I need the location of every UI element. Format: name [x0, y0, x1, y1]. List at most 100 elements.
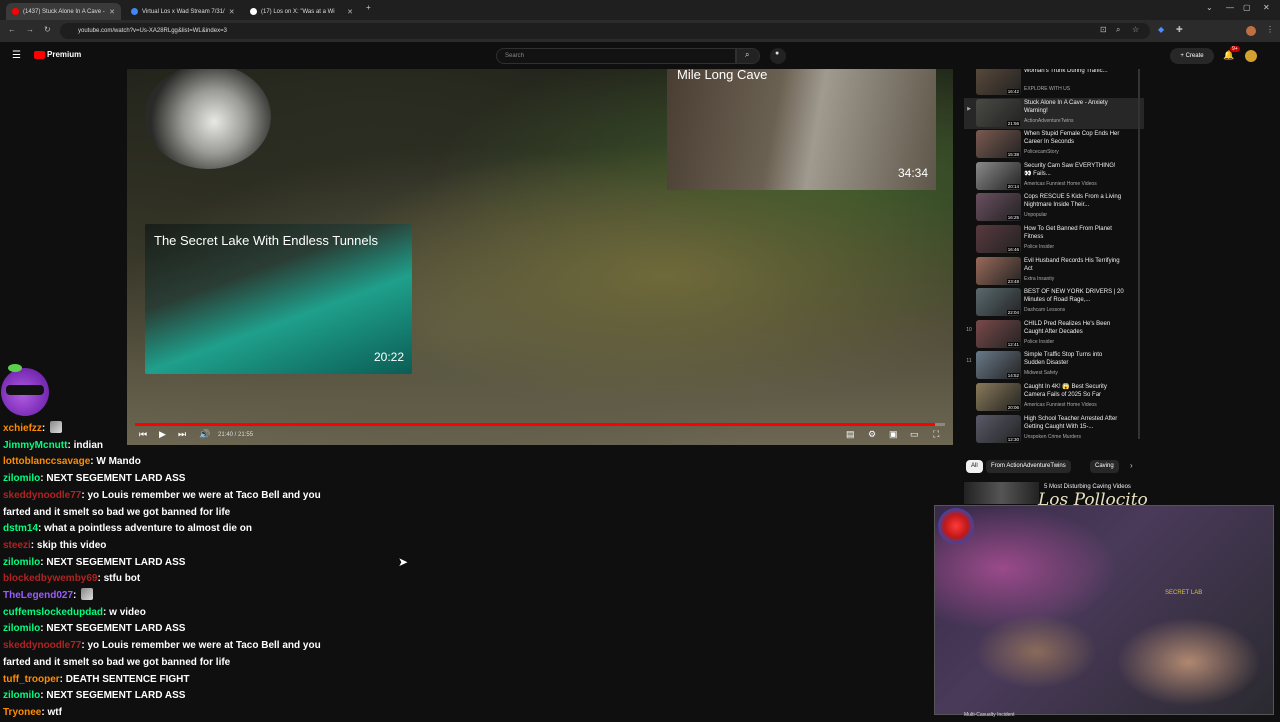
chat-message: tuff_trooper: DEATH SENTENCE FIGHT — [3, 672, 323, 689]
playlist-video-title: When Stupid Female Cop Ends Her Career I… — [1024, 131, 1120, 146]
extension-icon[interactable]: ◆ — [1158, 25, 1164, 34]
browser-menu-icon[interactable]: ⋮ — [1266, 25, 1274, 34]
fullscreen-icon[interactable]: ⛶ — [933, 429, 939, 440]
playlist-item[interactable]: 11 14:52 Simple Traffic Stop Turns into Su… — [964, 350, 1144, 381]
channel-endscreen-avatar[interactable] — [145, 69, 271, 169]
playlist-thumbnail[interactable]: 12:30 — [976, 414, 1021, 443]
tab-search-icon[interactable]: ⌄ — [1206, 3, 1213, 12]
theater-mode-icon[interactable]: ▭ — [910, 429, 919, 440]
chat-message: skeddynoodle77: yo Louis remember we wer… — [3, 638, 323, 671]
chat-username: skeddynoodle77 — [3, 640, 82, 652]
playlist-item[interactable]: 16:42 Woman's Trunk During Traffic... EXPL… — [964, 69, 1144, 97]
chat-message: zilomilo: NEXT SEGEMENT LARD ASS — [3, 555, 323, 572]
video-duration: 22:04 — [1006, 310, 1020, 316]
create-button[interactable]: + Create — [1170, 48, 1214, 64]
playlist-thumbnail[interactable]: 20:14 — [976, 161, 1021, 190]
close-window-icon[interactable]: ✕ — [1263, 3, 1270, 12]
playlist-thumbnail[interactable]: 21:56 — [976, 98, 1021, 127]
maximize-icon[interactable]: ▢ — [1243, 3, 1251, 12]
playlist-video-title: Evil Husband Records His Terrifying Act — [1024, 257, 1120, 272]
close-tab-icon[interactable]: ✕ — [109, 8, 115, 16]
playlist-item[interactable]: 23:48 Evil Husband Records His Terrifying… — [964, 256, 1144, 287]
profile-avatar-icon[interactable] — [1246, 26, 1256, 36]
chat-message: skeddynoodle77: yo Louis remember we wer… — [3, 488, 323, 521]
miniplayer-icon[interactable]: ▣ — [889, 429, 898, 440]
chat-text: w video — [109, 606, 146, 618]
playlist-scrollbar[interactable] — [1138, 69, 1140, 439]
playlist-thumbnail[interactable]: 22:04 — [976, 288, 1021, 317]
playlist-item[interactable]: 10 12:41 CHILD Pred Realizes He's Been Cau… — [964, 319, 1144, 350]
settings-gear-icon[interactable]: ⚙ — [868, 429, 876, 440]
playlist-thumbnail[interactable]: 16:46 — [976, 225, 1021, 253]
chat-text: NEXT SEGEMENT LARD ASS — [46, 690, 186, 702]
endscreen-video-card[interactable]: Mile Long Cave 34:34 — [667, 69, 936, 190]
chat-text: skip this video — [36, 539, 107, 551]
chat-message: xchiefzz: — [3, 421, 323, 438]
video-player[interactable]: The Secret Lake With Endless Tunnels 20:… — [127, 69, 953, 445]
url-field[interactable]: youtube.com/watch?v=Us-XA28RLgg&list=WL&… — [60, 23, 1150, 39]
hamburger-menu-icon[interactable]: ☰ — [12, 50, 21, 61]
install-icon[interactable]: ⊡ — [1100, 25, 1107, 34]
chat-message: Tryonee: wtf — [3, 705, 323, 722]
playlist-item[interactable]: 22:04 BEST OF NEW YORK DRIVERS | 20 Minut… — [964, 287, 1144, 318]
playlist-item[interactable]: 15:38 When Stupid Female Cop Ends Her Car… — [964, 129, 1144, 160]
browser-tab-active[interactable]: (1437) Stuck Alone In A Cave - ✕ — [6, 3, 121, 20]
chip-all[interactable]: All — [966, 460, 983, 473]
reload-icon[interactable]: ↻ — [44, 25, 51, 34]
playlist-thumbnail[interactable]: 14:52 — [976, 351, 1021, 380]
forward-icon[interactable]: → — [26, 25, 34, 34]
address-bar: ← → ↻ youtube.com/watch?v=Us-XA28RLgg&li… — [0, 20, 1280, 42]
chevron-right-icon[interactable]: › — [1130, 461, 1133, 470]
account-avatar[interactable] — [1245, 50, 1257, 62]
zoom-icon[interactable]: ⌕ — [1116, 25, 1120, 35]
chip-caving[interactable]: Caving — [1090, 460, 1119, 473]
bookmark-star-icon[interactable]: ☆ — [1132, 25, 1139, 34]
playlist-thumbnail[interactable]: 12:41 — [976, 319, 1021, 348]
browser-tab-bar: (1437) Stuck Alone In A Cave - ✕ Virtual… — [0, 0, 1280, 20]
playlist-video-title: CHILD Pred Realizes He's Been Caught Aft… — [1024, 320, 1111, 335]
playlist-item[interactable]: 16:25 Cops RESCUE 5 Kids From a Living Ni… — [964, 192, 1144, 223]
recommended-thumbnail[interactable] — [964, 482, 1039, 504]
back-icon[interactable]: ← — [8, 25, 16, 34]
playlist-item[interactable]: 20:14 Security Cam Saw EVERYTHING! 👀 Fail… — [964, 161, 1144, 192]
playlist-thumbnail[interactable]: 23:48 — [976, 256, 1021, 285]
youtube-premium-label[interactable]: Premium — [47, 50, 81, 59]
browser-tab[interactable]: (17) Los on X: "Was at a Wi ✕ — [244, 3, 359, 20]
chat-separator: : — [73, 590, 80, 601]
playlist-thumbnail[interactable]: 15:38 — [976, 130, 1021, 159]
captions-icon[interactable]: ▤ — [846, 429, 855, 440]
playlist-item[interactable]: ▶ 21:56 Stuck Alone In A Cave - Anxiety Wa… — [964, 97, 1144, 129]
close-tab-icon[interactable]: ✕ — [347, 8, 353, 16]
video-duration: 14:52 — [1006, 373, 1020, 379]
video-duration: 16:42 — [1006, 89, 1020, 94]
video-duration: 20:14 — [1006, 183, 1020, 189]
search-input[interactable]: Search — [496, 48, 736, 64]
chat-text: indian — [73, 439, 104, 451]
new-tab-icon[interactable]: + — [366, 3, 371, 12]
playlist-video-title: Stuck Alone In A Cave - Anxiety Warning! — [1024, 99, 1108, 114]
playlist-item[interactable]: 20:06 Caught In 4K! 😱 Best Security Camer… — [964, 382, 1144, 413]
close-tab-icon[interactable]: ✕ — [229, 8, 235, 16]
emote-sunglasses-icon — [6, 385, 44, 395]
playlist-channel-name: EXPLORE WITH US — [1024, 86, 1071, 92]
chat-username: JimmyMcnutt — [3, 439, 68, 451]
chip-from-channel[interactable]: From ActionAdventureTwins — [986, 460, 1071, 473]
chat-username: cuffemslockedupdad — [3, 606, 104, 618]
chat-text: stfu bot — [103, 573, 141, 585]
browser-tab[interactable]: Virtual Los x Wad Stream 7/31/ ✕ — [125, 3, 240, 20]
playlist-item[interactable]: 12:30 High School Teacher Arrested After … — [964, 414, 1144, 445]
search-button[interactable]: ⌕ — [736, 48, 760, 64]
playlist-video-title: Cops RESCUE 5 Kids From a Living Nightma… — [1024, 194, 1122, 209]
voice-search-button[interactable]: ● — [770, 48, 786, 64]
playlist-thumbnail[interactable]: 16:25 — [976, 193, 1021, 222]
playlist-thumbnail[interactable]: 20:06 — [976, 383, 1021, 411]
endscreen-video-card[interactable]: The Secret Lake With Endless Tunnels 20:… — [145, 224, 412, 374]
minimize-icon[interactable]: — — [1226, 3, 1234, 12]
playlist-thumbnail[interactable]: 16:42 — [976, 69, 1021, 95]
youtube-logo-icon[interactable] — [34, 51, 45, 59]
playlist-item[interactable]: 16:46 How To Get Banned From Planet Fitne… — [964, 224, 1144, 255]
chat-username: dstm14 — [3, 523, 39, 535]
video-duration: 21:56 — [1006, 120, 1020, 126]
extensions-puzzle-icon[interactable]: ✚ — [1176, 25, 1183, 34]
playlist-video-title: High School Teacher Arrested After Getti… — [1024, 415, 1118, 430]
